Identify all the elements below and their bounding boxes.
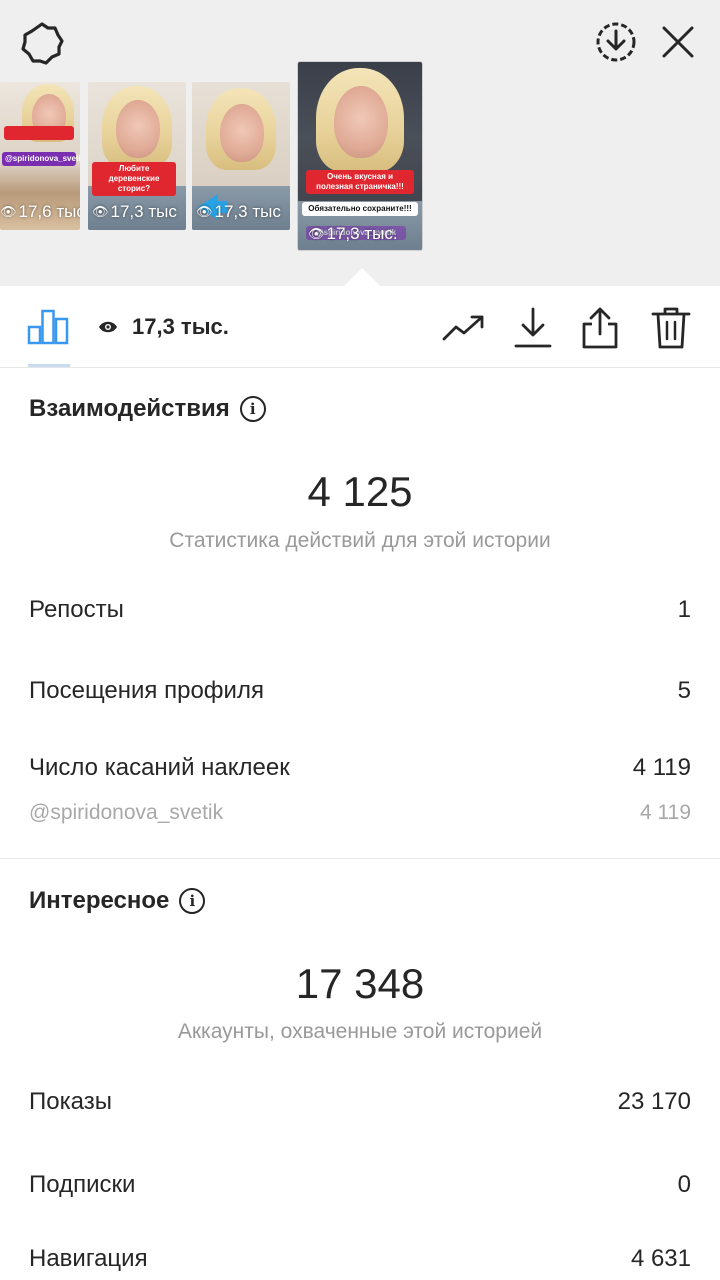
story-face xyxy=(116,100,160,158)
download-icon xyxy=(514,307,552,348)
story-sticker-purple: @spiridonova_svetik xyxy=(2,152,80,166)
story-views: 👁 17,3 тыс xyxy=(92,202,177,221)
eye-icon: 👁 xyxy=(308,226,325,241)
stat-label: Число касаний наклеек xyxy=(29,754,290,781)
stat-label: Репосты xyxy=(29,596,124,623)
story-sticker-secondary: Обязательно сохраните!!! xyxy=(302,202,418,216)
discovery-title: Интересное xyxy=(29,887,170,914)
story-sticker: Любите деревенские сторис? xyxy=(92,162,176,196)
story-sticker: Очень вкусная и полезная страничка!!! xyxy=(306,170,414,194)
stat-value: 4 631 xyxy=(630,1245,691,1272)
sticker-tap-value: 4 119 xyxy=(640,801,691,824)
share-icon xyxy=(582,307,618,349)
trending-icon xyxy=(442,315,484,341)
interactions-caption: Статистика действий для этой истории xyxy=(169,529,551,552)
stat-value: 4 119 xyxy=(632,754,691,781)
story-views: 👁 17,6 тыс xyxy=(0,202,80,221)
story-views: 👁 17,3 тыс. xyxy=(308,224,398,243)
stat-row: Посещения профиля 5 xyxy=(29,677,691,705)
interactions-title: Взаимодействия xyxy=(29,395,230,422)
story-thumbnail-selected[interactable]: Очень вкусная и полезная страничка!!! Об… xyxy=(298,62,422,250)
eye-icon: 👁 xyxy=(92,204,109,219)
stat-label: Подписки xyxy=(29,1171,136,1198)
discovery-total: 17 348 xyxy=(295,960,425,1007)
bar-chart-icon xyxy=(27,309,69,345)
views-summary: 17,3 тыс. xyxy=(98,314,229,340)
sticker-tap-row: @spiridonova_svetik 4 119 xyxy=(29,801,691,825)
stat-label: Посещения профиля xyxy=(29,677,264,704)
sticker-username: @spiridonova_svetik xyxy=(29,801,224,824)
stat-label: Показы xyxy=(29,1088,112,1115)
section-divider xyxy=(0,858,720,859)
stat-row: Навигация 4 631 xyxy=(29,1245,691,1273)
eye-icon: 👁 xyxy=(196,204,213,219)
delete-button[interactable] xyxy=(647,304,695,352)
stat-value: 23 170 xyxy=(617,1088,691,1115)
stat-row: Показы 23 170 xyxy=(29,1088,691,1116)
stat-value: 5 xyxy=(677,677,691,704)
settings-icon xyxy=(21,22,64,65)
story-sticker xyxy=(4,126,74,140)
share-button[interactable] xyxy=(576,304,624,352)
story-thumbnail[interactable]: @spiridonova_svetik 👁 17,6 тыс xyxy=(0,82,80,230)
stat-value: 1 xyxy=(677,596,691,623)
story-face xyxy=(220,104,264,162)
story-thumbnails: @spiridonova_svetik 👁 17,6 тыс Любите дер… xyxy=(0,62,720,262)
discovery-header: Интересное i xyxy=(29,887,206,915)
active-tab-indicator xyxy=(28,364,70,367)
stat-row: Число касаний наклеек 4 119 xyxy=(29,754,691,782)
stat-row: Репосты 1 xyxy=(29,596,691,624)
promote-button[interactable] xyxy=(440,304,488,352)
info-icon[interactable]: i xyxy=(239,396,266,422)
views-count: 17,3 тыс. xyxy=(132,314,229,339)
eye-icon xyxy=(99,321,117,333)
story-strip: @spiridonova_svetik 👁 17,6 тыс Любите дер… xyxy=(0,0,720,286)
stat-row: Подписки 0 xyxy=(29,1171,691,1199)
story-thumbnail[interactable]: Любите деревенские сторис? 👁 17,3 тыс xyxy=(88,82,186,230)
stat-label: Навигация xyxy=(29,1245,148,1272)
story-views: 👁 17,3 тыс xyxy=(196,202,281,221)
discovery-caption: Аккаунты, охваченные этой историей xyxy=(177,1020,543,1043)
interactions-header: Взаимодействия i xyxy=(29,395,266,423)
info-icon[interactable]: i xyxy=(179,888,206,914)
selected-pointer xyxy=(344,268,380,286)
insights-tab[interactable] xyxy=(24,300,72,350)
eye-icon: 👁 xyxy=(0,204,17,219)
stat-value: 0 xyxy=(677,1171,691,1198)
download-button[interactable] xyxy=(509,304,557,352)
interactions-total: 4 125 xyxy=(307,468,413,515)
download-circle-icon xyxy=(596,22,636,62)
trash-icon xyxy=(651,307,691,349)
story-thumbnail[interactable]: 👁 17,3 тыс xyxy=(192,82,290,230)
story-toolbar: 17,3 тыс. xyxy=(0,286,720,368)
close-icon xyxy=(662,26,694,58)
story-face xyxy=(334,86,388,158)
